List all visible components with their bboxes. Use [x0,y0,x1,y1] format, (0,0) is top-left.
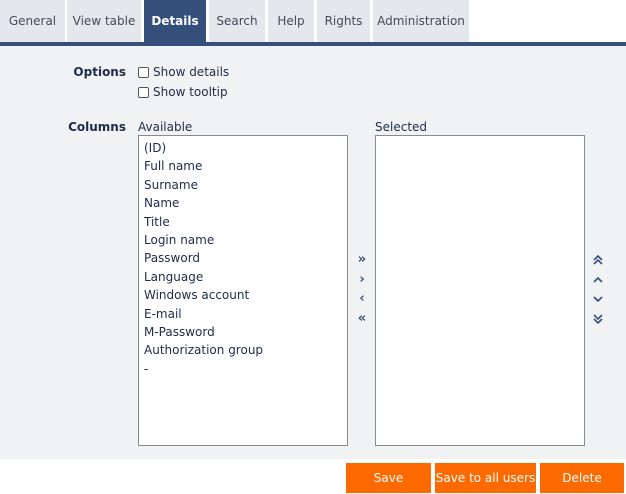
chevron-up-icon [593,276,603,283]
tab-view-table[interactable]: View table [67,0,141,42]
tab-details[interactable]: Details [144,0,206,42]
available-columns-list[interactable]: (ID) Full name Surname Name Title Login … [138,135,348,446]
list-item[interactable]: Password [139,249,347,267]
list-item[interactable]: - [139,360,347,378]
list-item[interactable]: Full name [139,157,347,175]
list-item[interactable]: Title [139,213,347,231]
list-item[interactable]: M-Password [139,323,347,341]
remove-selected-icon[interactable]: ‹ [354,291,370,307]
list-item[interactable]: (ID) [139,139,347,157]
save-to-all-users-button[interactable]: Save to all users [435,463,536,493]
checkbox-box[interactable] [138,86,149,98]
double-chevron-down-icon [593,314,603,325]
tab-general[interactable]: General [0,0,65,42]
double-chevron-up-icon [593,254,603,265]
tab-administration[interactable]: Administration [373,0,469,42]
tab-search[interactable]: Search [209,0,265,42]
move-up-icon[interactable] [590,272,606,288]
tab-rights[interactable]: Rights [317,0,370,42]
selected-caption: Selected [375,120,428,134]
show-details-label: Show details [153,65,230,79]
move-bottom-icon[interactable] [590,311,606,327]
add-selected-icon[interactable]: › [354,272,370,288]
save-button[interactable]: Save [346,463,431,493]
show-tooltip-label: Show tooltip [153,85,228,99]
chevron-down-icon [593,296,603,303]
list-item[interactable]: Windows account [139,286,347,304]
delete-button[interactable]: Delete [540,463,624,493]
list-item[interactable]: Login name [139,231,347,249]
selected-columns-list[interactable] [375,135,585,446]
columns-label: Columns [68,120,126,134]
list-item[interactable]: Language [139,268,347,286]
remove-all-icon[interactable]: « [354,311,370,327]
show-tooltip-checkbox[interactable]: Show tooltip [138,85,228,99]
move-down-icon[interactable] [590,291,606,307]
list-item[interactable]: E-mail [139,305,347,323]
tab-bar: General View table Details Search Help R… [0,0,626,46]
list-item[interactable]: Authorization group [139,341,347,359]
options-label: Options [73,65,126,79]
checkbox-box[interactable] [138,66,149,78]
available-caption: Available [138,120,193,134]
tab-help[interactable]: Help [268,0,314,42]
list-item[interactable]: Name [139,194,347,212]
list-item[interactable]: Surname [139,176,347,194]
add-all-icon[interactable]: » [354,252,370,268]
show-details-checkbox[interactable]: Show details [138,65,229,79]
move-top-icon[interactable] [590,252,606,268]
